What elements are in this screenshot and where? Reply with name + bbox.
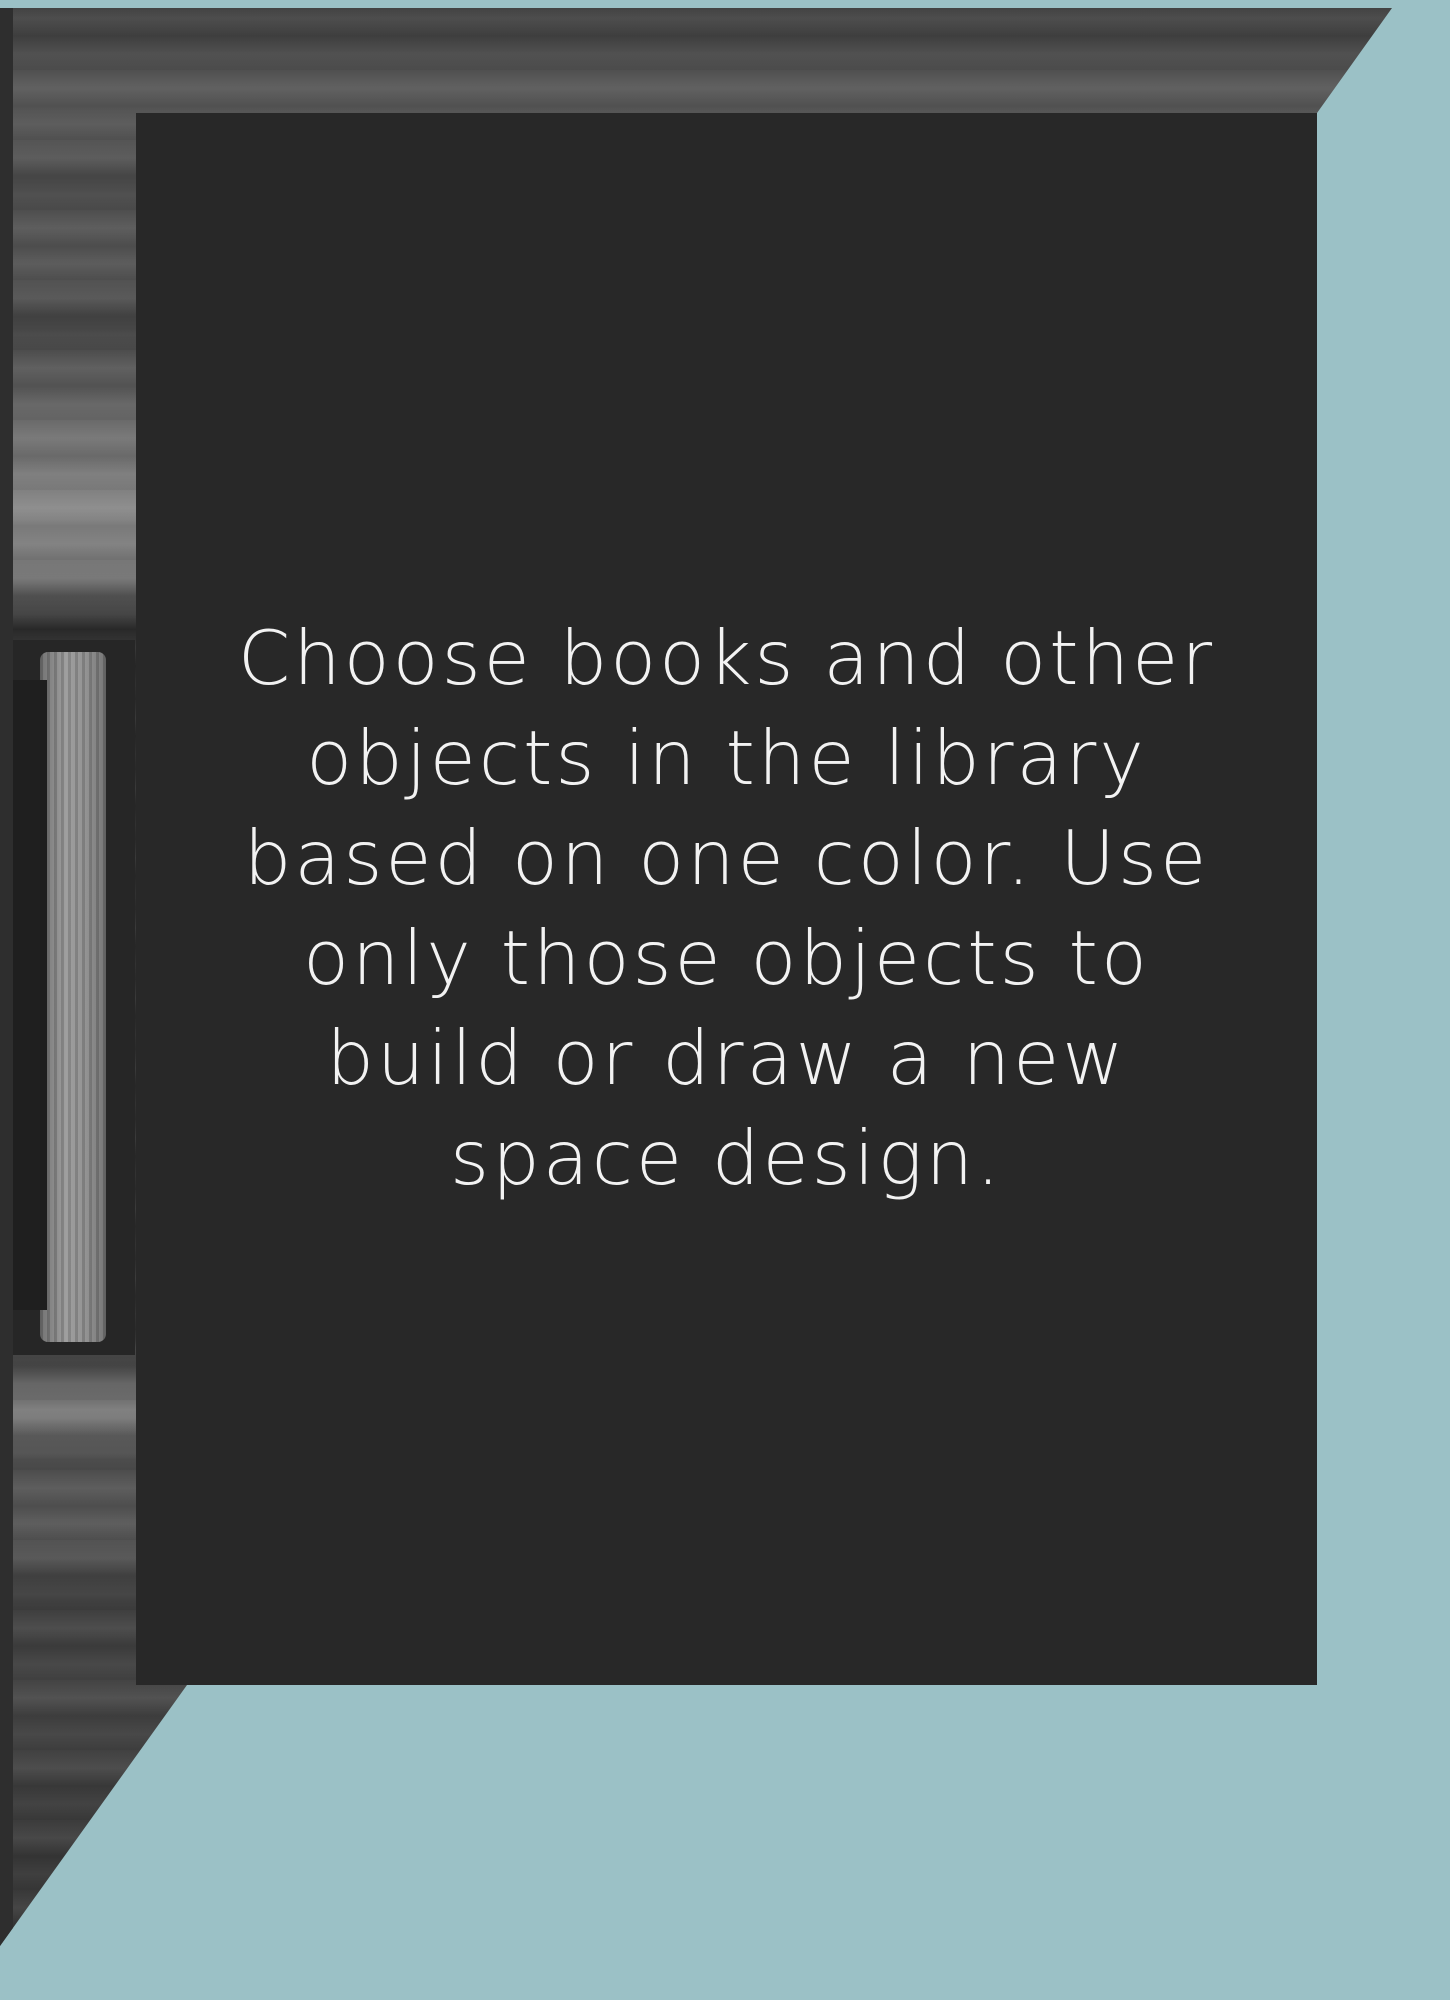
photo-book-dark [13, 680, 47, 1310]
photo-book-spine [40, 652, 106, 1342]
prompt-card: Choose books and other objects in the li… [136, 113, 1317, 1685]
photo-left-edge [0, 8, 13, 1946]
prompt-text: Choose books and other objects in the li… [237, 614, 1216, 1202]
